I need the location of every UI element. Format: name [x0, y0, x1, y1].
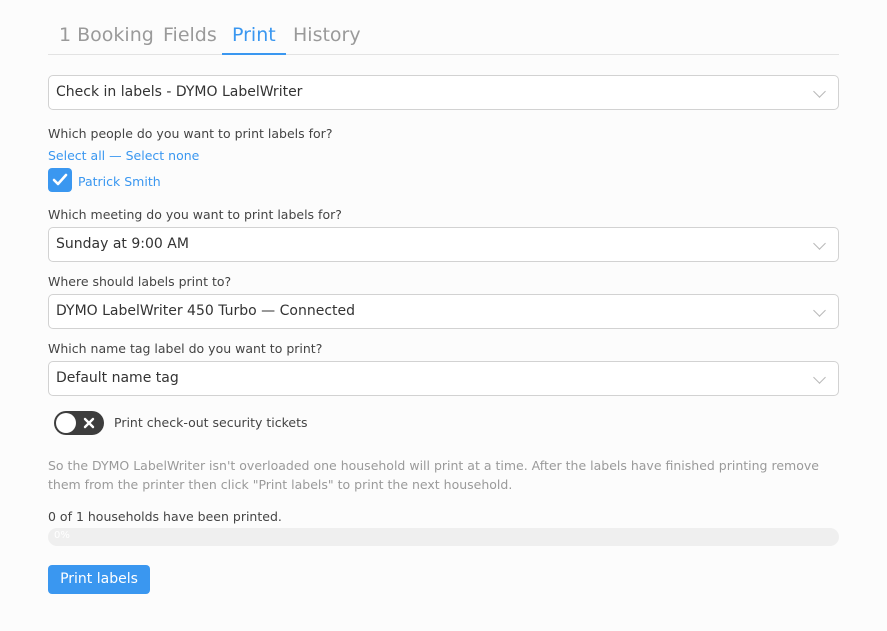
name-tag-question: Which name tag label do you want to prin… [48, 341, 323, 356]
label-set-select[interactable]: Check in labels - DYMO LabelWriter [48, 75, 839, 110]
meeting-select[interactable]: Sunday at 9:00 AM [48, 227, 839, 262]
print-note: So the DYMO LabelWriter isn't overloaded… [48, 458, 819, 492]
print-labels-button[interactable]: Print labels [48, 565, 150, 594]
security-tickets-label: Print check-out security tickets [114, 415, 308, 430]
label-set-value: Check in labels - DYMO LabelWriter [56, 84, 303, 100]
tab-bar: 1 Booking Fields Print History [48, 20, 839, 55]
meeting-value: Sunday at 9:00 AM [56, 236, 189, 252]
chevron-down-icon [813, 85, 826, 98]
tab-history[interactable]: History [283, 24, 371, 54]
check-icon [52, 173, 68, 186]
progress-percent: 0% [54, 530, 70, 541]
select-links: Select all — Select none [48, 148, 199, 163]
security-tickets-toggle[interactable] [54, 411, 104, 435]
meeting-question: Which meeting do you want to print label… [48, 207, 342, 222]
chevron-down-icon [813, 371, 826, 384]
select-separator: — [109, 148, 122, 163]
progress-status: 0 of 1 households have been printed. [48, 509, 282, 524]
chevron-down-icon [813, 304, 826, 317]
tab-print[interactable]: Print [222, 24, 286, 55]
people-question: Which people do you want to print labels… [48, 126, 333, 141]
person-checkbox[interactable] [48, 168, 72, 192]
toggle-knob [56, 413, 76, 433]
person-name[interactable]: Patrick Smith [78, 174, 161, 189]
chevron-down-icon [813, 237, 826, 250]
name-tag-value: Default name tag [56, 370, 179, 386]
select-none-link[interactable]: Select none [126, 148, 200, 163]
printer-value: DYMO LabelWriter 450 Turbo — Connected [56, 303, 356, 319]
close-icon [83, 417, 95, 429]
tab-fields[interactable]: Fields [153, 24, 227, 54]
select-all-link[interactable]: Select all [48, 148, 105, 163]
name-tag-select[interactable]: Default name tag [48, 361, 839, 396]
print-panel: 1 Booking Fields Print History Check in … [0, 0, 887, 631]
printer-select[interactable]: DYMO LabelWriter 450 Turbo — Connected [48, 294, 839, 329]
tab-booking[interactable]: 1 Booking [49, 24, 164, 54]
progress-bar: 0% [48, 528, 839, 546]
printer-question: Where should labels print to? [48, 274, 232, 289]
